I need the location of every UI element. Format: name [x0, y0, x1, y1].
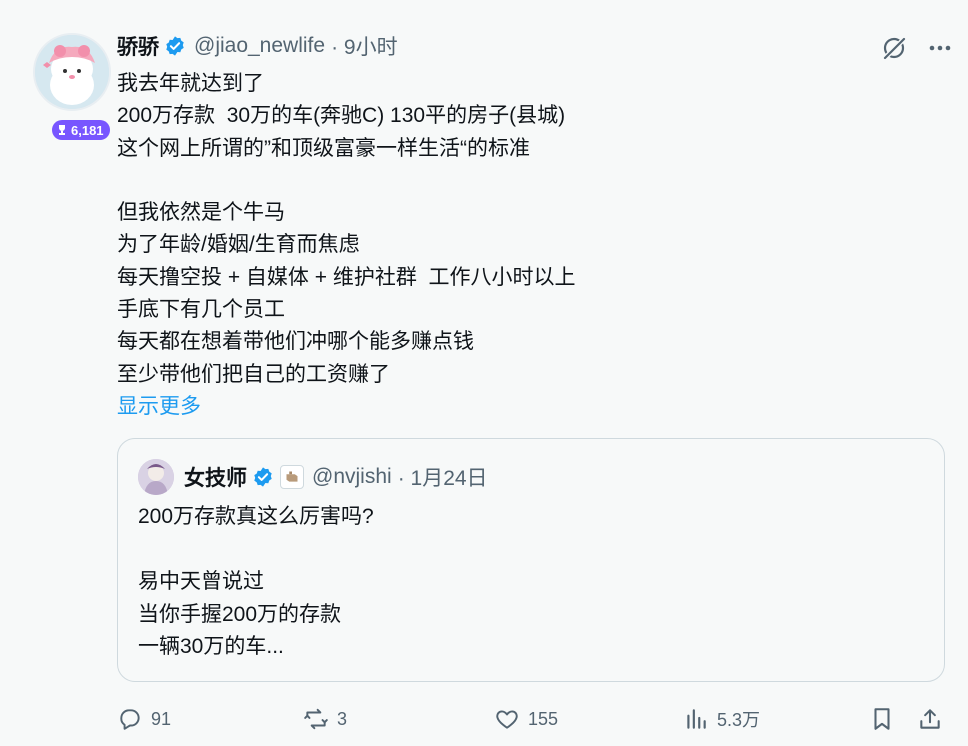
share-icon: [920, 709, 940, 729]
tweet-line: 但我依然是个牛马: [117, 201, 285, 225]
quoted-line: 当你手握200万的存款: [138, 602, 342, 626]
views-icon: [687, 709, 706, 729]
tweet-line: 每天撸空投 + 自媒体 + 维护社群 工作八小时以上: [117, 265, 576, 289]
tweet-line: 200万存款 30万的车(奔驰C) 130平的房子(县城): [117, 104, 566, 128]
quoted-author-avatar[interactable]: [138, 459, 174, 495]
quoted-tweet-header: 女技师 @nvjishi · 1月24日: [138, 459, 488, 495]
bookmark-icon: [874, 708, 890, 730]
quoted-tweet[interactable]: 女技师 @nvjishi · 1月24日 200万存款真这么厉害吗? 易中天曾说…: [117, 438, 945, 682]
more-icon[interactable]: [926, 34, 954, 62]
quoted-line: 200万存款真这么厉害吗?: [138, 505, 374, 528]
verified-badge-icon: [166, 36, 184, 56]
verified-badge-icon: [254, 467, 272, 487]
post-time[interactable]: · 9小时: [331, 31, 398, 61]
tweet-actions-bar: 91 3 155 5.3万: [117, 704, 952, 734]
follower-badge[interactable]: 6,181: [52, 120, 110, 140]
avatar-image: [35, 35, 109, 109]
tweet-line: [117, 165, 937, 197]
show-more-link[interactable]: 显示更多: [117, 391, 937, 423]
trophy-icon: [59, 125, 65, 135]
tweet-header: 骄骄 @jiao_newlife · 9小时: [117, 32, 398, 60]
tweet-text: 我去年就达到了 200万存款 30万的车(奔驰C) 130平的房子(县城) 这个…: [117, 68, 937, 423]
views-button[interactable]: 5.3万: [683, 704, 760, 734]
tweet-line: 这个网上所谓的”和顶级富豪一样生活“的标准: [117, 136, 530, 160]
repost-icon: [304, 708, 328, 730]
author-name[interactable]: 骄骄: [117, 31, 159, 61]
quoted-line: [138, 534, 374, 567]
reply-count: 91: [151, 708, 172, 729]
like-icon: [496, 710, 518, 729]
tweet-line: 为了年龄/婚姻/生育而焦虑: [117, 233, 360, 257]
hand-icon: [286, 471, 298, 482]
quoted-line: 一辆30万的车...: [138, 635, 284, 658]
quoted-author-name[interactable]: 女技师: [184, 462, 247, 492]
like-count: 155: [528, 708, 559, 729]
author-avatar-wrapper[interactable]: 6,181: [33, 33, 111, 140]
follower-badge-count: 6,181: [71, 122, 104, 138]
quoted-author-handle[interactable]: @nvjishi: [312, 465, 392, 489]
repost-button[interactable]: 3: [303, 704, 347, 734]
repost-count: 3: [337, 708, 348, 729]
quoted-line: 易中天曾说过: [138, 570, 264, 593]
avatar[interactable]: [33, 33, 111, 111]
views-count: 5.3万: [717, 710, 761, 730]
quoted-avatar-image: [138, 459, 174, 495]
author-handle[interactable]: @jiao_newlife: [194, 34, 325, 58]
tweet-line: 我去年就达到了: [117, 72, 264, 95]
quoted-post-time[interactable]: · 1月24日: [398, 462, 488, 492]
tweet-line: 至少带他们把自己的工资赚了: [117, 362, 390, 386]
share-button[interactable]: [917, 704, 951, 734]
bookmark-button[interactable]: [869, 704, 903, 734]
reply-icon: [120, 709, 140, 730]
tweet-top-actions: [880, 34, 954, 62]
grok-icon[interactable]: [880, 34, 908, 62]
reply-button[interactable]: 91: [117, 704, 171, 734]
tweet-card[interactable]: 6,181 骄骄 @jiao_newlife · 9小时 我去年就达到了 200…: [14, 10, 968, 746]
affiliate-badge-icon[interactable]: [280, 465, 304, 489]
tweet-line: 每天都在想着带他们冲哪个能多赚点钱: [117, 330, 474, 354]
tweet-line: 手底下有几个员工: [117, 298, 285, 322]
quoted-tweet-text: 200万存款真这么厉害吗? 易中天曾说过 当你手握200万的存款 一辆30万的车…: [138, 501, 374, 664]
like-button[interactable]: 155: [494, 704, 558, 734]
